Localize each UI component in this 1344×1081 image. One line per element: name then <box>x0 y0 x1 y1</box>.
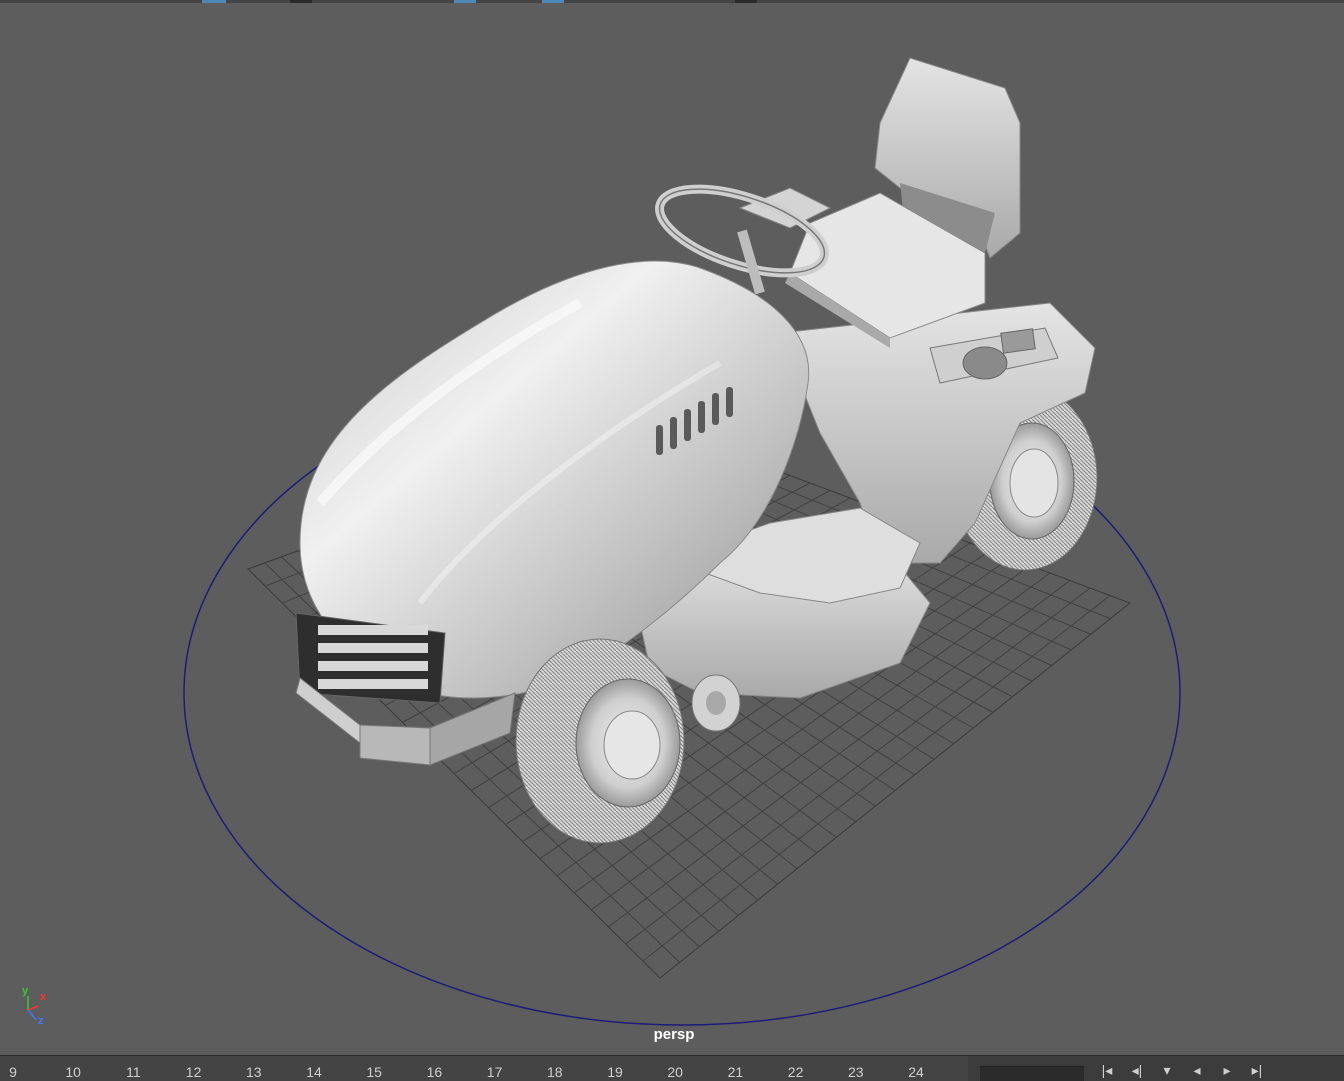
timeline-tick: 12 <box>185 1064 202 1080</box>
axis-gizmo-lines <box>27 996 39 1021</box>
timeline-tick: 16 <box>426 1064 443 1080</box>
current-time-field[interactable] <box>980 1066 1084 1081</box>
timeline-tick: 15 <box>366 1064 382 1080</box>
axis-x-label: x <box>40 991 47 1003</box>
timeline-tick: 20 <box>667 1064 683 1080</box>
timeline-tick: 23 <box>848 1064 864 1080</box>
timeline-tick: 24 <box>908 1064 924 1080</box>
timeline-tick: 18 <box>547 1064 563 1080</box>
front-grille <box>295 612 446 704</box>
playback-controls: |◂ ◂| ▾ ◂ ▸ ▸| <box>1096 1062 1268 1081</box>
timeline-tick: 17 <box>486 1064 503 1080</box>
step-forward-key-icon[interactable]: ▸| <box>1246 1062 1268 1081</box>
front-wheel <box>515 638 685 844</box>
timeline-tick: 22 <box>787 1064 804 1080</box>
timeline-tick: 10 <box>65 1064 81 1080</box>
timeline-tick: 21 <box>727 1064 744 1080</box>
viewport-canvas[interactable] <box>0 3 1344 1055</box>
step-back-key-icon[interactable]: ◂| <box>1126 1062 1148 1081</box>
axis-z-label: z <box>38 1015 44 1027</box>
go-to-start-icon[interactable]: |◂ <box>1096 1062 1118 1081</box>
timeline-tick: 19 <box>607 1064 623 1080</box>
timeline-tick: 9 <box>9 1064 17 1080</box>
timeline-tick: 14 <box>306 1064 322 1080</box>
timeline-tick: 11 <box>126 1064 141 1080</box>
axis-gizmo: y x z <box>14 984 54 1032</box>
perspective-viewport[interactable] <box>0 3 1344 1055</box>
axis-y-label: y <box>22 985 29 997</box>
step-back-frame-icon[interactable]: ▾ <box>1156 1062 1178 1081</box>
play-forward-icon[interactable]: ▸ <box>1216 1062 1238 1081</box>
camera-name-label: persp <box>653 1026 695 1043</box>
play-back-icon[interactable]: ◂ <box>1186 1062 1208 1081</box>
time-slider[interactable]: 9 10 11 12 13 14 15 16 17 18 19 20 21 22 23 24 |◂ ◂| ▾ … <box>0 1055 1344 1081</box>
time-ruler[interactable]: 9 10 11 12 13 14 15 16 17 18 19 20 21 22 23 24 <box>0 1056 968 1081</box>
timeline-tick: 13 <box>246 1064 262 1080</box>
